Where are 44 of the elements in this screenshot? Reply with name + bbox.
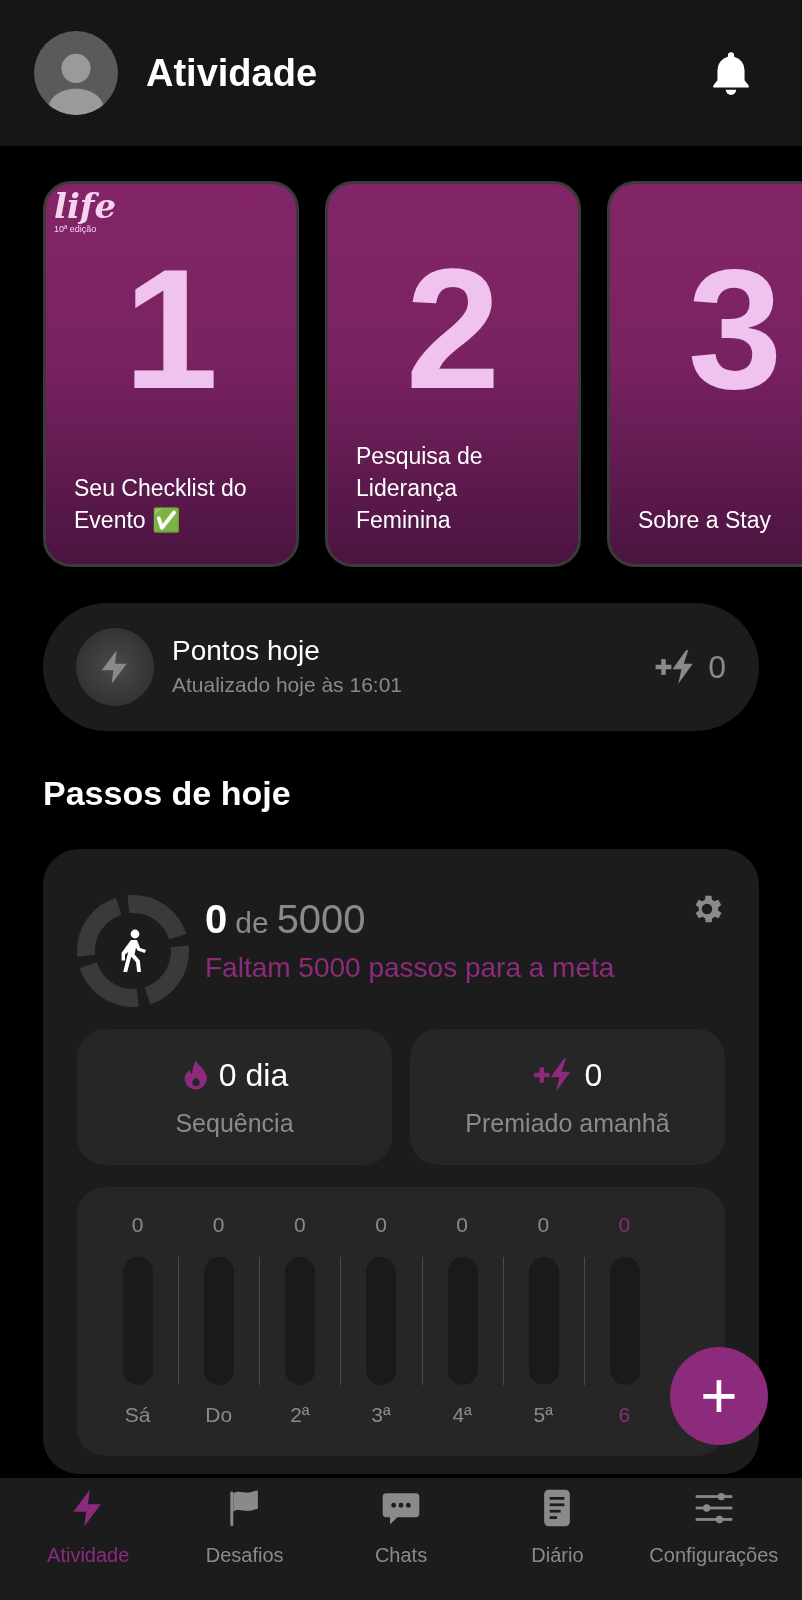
day-value: 0: [456, 1212, 468, 1238]
day-value: 0: [294, 1212, 306, 1238]
stat-label: Premiado amanhã: [465, 1108, 670, 1140]
story-number: 1: [123, 244, 219, 414]
day-label: 3ª: [371, 1401, 391, 1428]
story-caption: Pesquisa de Liderança Feminina: [356, 442, 484, 535]
story-number: 2: [405, 244, 501, 414]
walking-icon: [119, 929, 147, 973]
story-caption: Seu Checklist do Evento ✅: [74, 474, 248, 535]
logo-subtitle: 10ª edição: [54, 224, 97, 234]
page-title: Atividade: [146, 50, 319, 96]
story-card[interactable]: 3 Sobre a Stay: [607, 181, 802, 567]
story-caption: Sobre a Stay: [638, 506, 771, 535]
day-label: 5ª: [533, 1401, 553, 1428]
points-title: Pontos hoje: [172, 634, 321, 669]
points-value: 0: [708, 648, 726, 687]
steps-remaining: Faltam 5000 passos para a meta: [205, 951, 616, 985]
day-value: 0: [618, 1212, 631, 1238]
day-label: Do: [205, 1401, 233, 1428]
story-card[interactable]: life 10ª edição 1 Seu Checklist do Evento ✅: [43, 181, 299, 567]
story-card[interactable]: 2 Pesquisa de Liderança Feminina: [325, 181, 581, 567]
nav-tab[interactable]: Chats: [322, 1478, 480, 1600]
logo-text: life: [54, 188, 117, 224]
steps-count: 0: [205, 896, 228, 943]
steps-of: de: [235, 905, 269, 941]
day-label: Sá: [124, 1401, 151, 1428]
day-value: 0: [537, 1212, 550, 1238]
nav-tab[interactable]: Configurações: [635, 1478, 793, 1600]
day-value: 0: [212, 1212, 225, 1238]
points-updated: Atualizado hoje às 16:01: [172, 672, 403, 699]
section-title: Passos de hoje: [43, 773, 292, 814]
story-number: 3: [687, 244, 783, 414]
stat-value: 0 dia: [218, 1056, 289, 1096]
day-value: 0: [131, 1212, 144, 1238]
steps-goal: 5000: [276, 896, 366, 943]
nav-tab[interactable]: Desafios: [166, 1478, 323, 1600]
day-value: 0: [375, 1212, 387, 1238]
day-label: 2ª: [290, 1401, 310, 1428]
day-label: 6: [618, 1401, 631, 1428]
nav-tab[interactable]: Diário: [479, 1478, 636, 1600]
points-card[interactable]: Pontos hoje Atualizado hoje às 16:01 0: [43, 603, 759, 731]
day-label: 4ª: [452, 1401, 472, 1428]
stat-label: Sequência: [175, 1108, 294, 1140]
stat-value: 0: [584, 1056, 603, 1096]
